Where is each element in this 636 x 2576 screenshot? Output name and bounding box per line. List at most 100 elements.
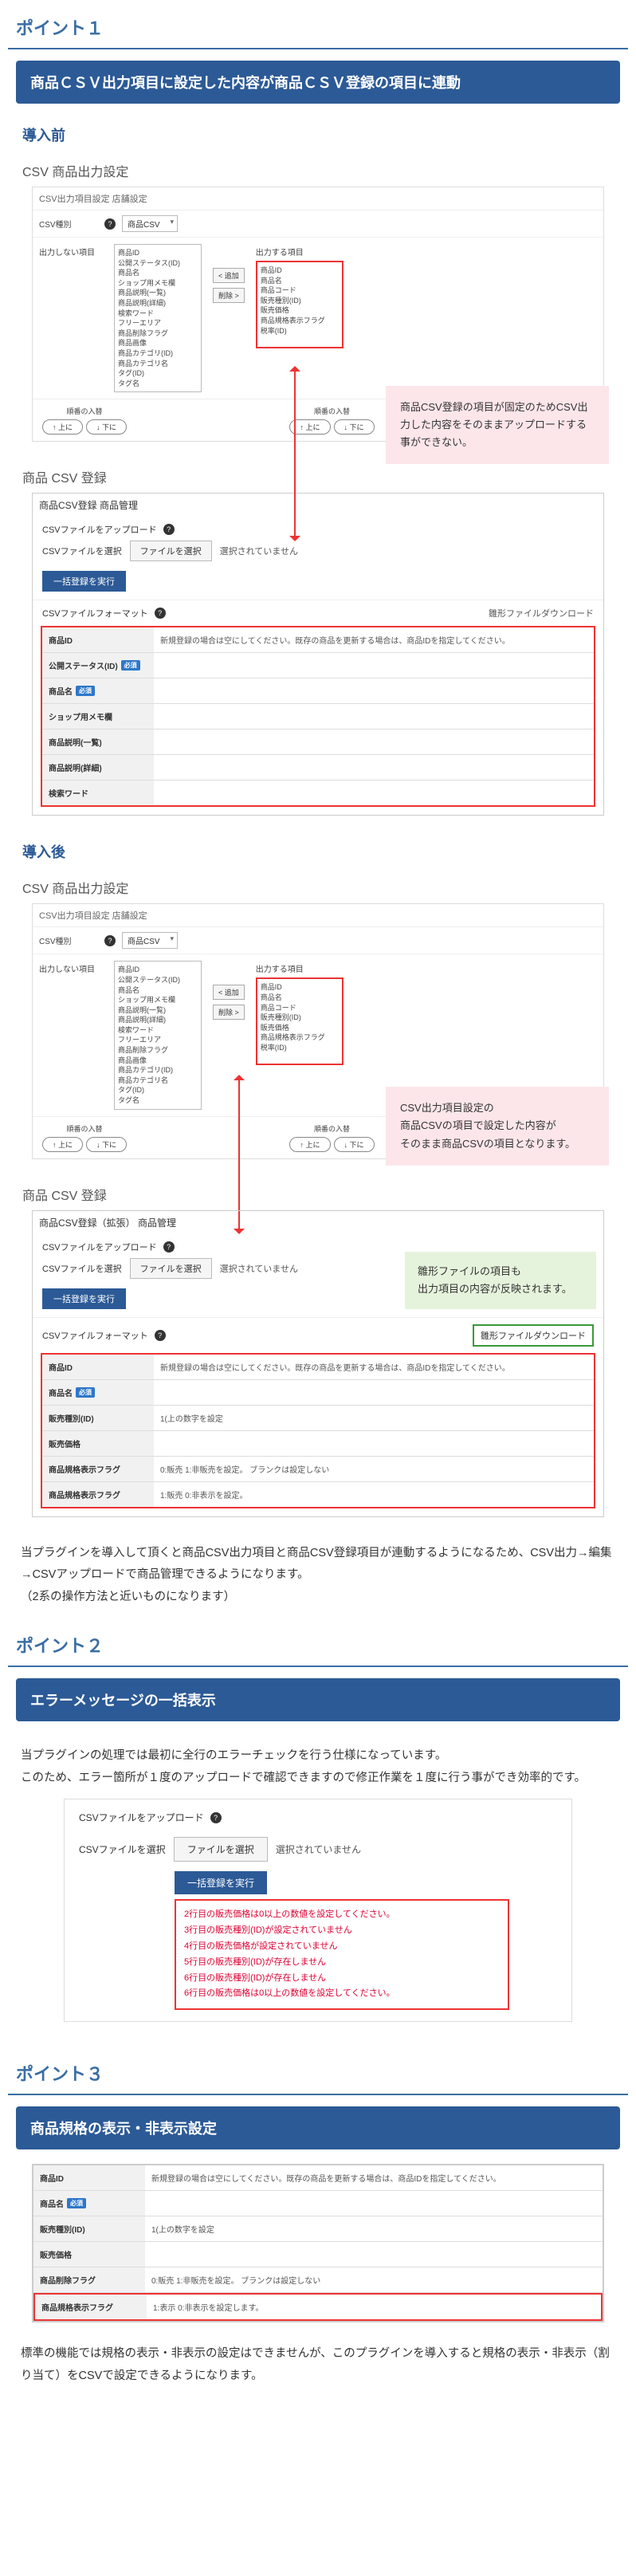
csv-type-select[interactable]: 商品CSV <box>122 932 178 949</box>
table-row: 商品ID新規登録の場合は空にしてください。既存の商品を更新する場合は、商品IDを… <box>42 1355 594 1380</box>
table-cell: 1(上の数字を設定 <box>145 2216 603 2241</box>
point3-panel: 商品ID新規登録の場合は空にしてください。既存の商品を更新する場合は、商品IDを… <box>32 2164 604 2322</box>
upload-label: CSVファイルをアップロード <box>79 1811 204 1824</box>
sort-label: 順番の入替 <box>67 406 103 416</box>
error-line: 2行目の販売価格は0以上の数値を設定してください。 <box>184 1907 500 1923</box>
template-download-link[interactable]: 雛形ファイルダウンロード <box>473 1324 594 1347</box>
sort-down-button[interactable]: ↓ 下に <box>334 419 375 435</box>
csv-format-table: 商品ID新規登録の場合は空にしてください。既存の商品を更新する場合は、商品IDを… <box>41 626 595 807</box>
choose-file-button[interactable]: ファイルを選択 <box>130 1258 212 1279</box>
template-download-link[interactable]: 雛形ファイルダウンロード <box>489 607 594 619</box>
help-icon[interactable]: ? <box>163 524 175 535</box>
table-header-cell: 商品説明(一覧) <box>42 730 154 754</box>
table-row: ショップ用メモ欄 <box>42 704 594 730</box>
table-cell: 新規登録の場合は空にしてください。既存の商品を更新する場合は、商品IDを指定して… <box>145 2165 603 2190</box>
help-icon[interactable]: ? <box>155 608 166 619</box>
choose-file-button[interactable]: ファイルを選択 <box>174 1837 268 1862</box>
add-button[interactable]: < 追加 <box>213 268 245 283</box>
remove-button[interactable]: 削除 > <box>213 288 245 303</box>
right-col-label: 出力する項目 <box>256 244 344 258</box>
table-cell <box>154 781 594 805</box>
before-heading: 導入前 <box>0 118 636 151</box>
table-cell <box>154 1431 594 1456</box>
table-cell <box>154 653 594 678</box>
choose-file-button[interactable]: ファイルを選択 <box>130 541 212 561</box>
table-header-cell: 公開ステータス(ID) 必須 <box>42 653 154 678</box>
right-options-list[interactable]: 商品ID商品名商品コード販売種別(ID)販売価格商品規格表示フラグ税率(ID) <box>256 977 344 1065</box>
table-cell: 0:販売 1:非販売を設定。 ブランクは設定しない <box>154 1457 594 1481</box>
sort-down-button[interactable]: ↓ 下に <box>86 1137 127 1152</box>
table-cell: 0:販売 1:非販売を設定。 ブランクは設定しない <box>145 2267 603 2292</box>
left-col-label: 出力しない項目 <box>39 961 103 974</box>
table-row: 検索ワード <box>42 781 594 805</box>
table-header-cell: 検索ワード <box>42 781 154 805</box>
csv-format-table: 商品ID新規登録の場合は空にしてください。既存の商品を更新する場合は、商品IDを… <box>41 1353 595 1508</box>
table-row: 販売種別(ID)1(上の数字を設定 <box>33 2216 603 2242</box>
red-arrow-icon <box>294 370 296 537</box>
help-icon[interactable]: ? <box>104 218 116 230</box>
sort-label: 順番の入替 <box>314 1123 350 1134</box>
note-pink-before: 商品CSV登録の項目が固定のためCSV出力した内容をそのままアップロードする事が… <box>386 386 609 464</box>
breadcrumb: 商品CSV登録 商品管理 <box>33 494 603 515</box>
after-heading: 導入後 <box>0 835 636 868</box>
csv-out-title: CSV 商品出力設定 <box>0 151 636 187</box>
divider <box>8 2094 628 2095</box>
remove-button[interactable]: 削除 > <box>213 1005 245 1020</box>
table-cell <box>154 730 594 754</box>
right-options-list[interactable]: 商品ID商品名商品コード販売種別(ID)販売価格商品規格表示フラグ税率(ID) <box>256 261 344 348</box>
table-header-cell: 商品ID <box>33 2165 145 2190</box>
table-row: 商品説明(詳細) <box>42 755 594 781</box>
upload-panel: CSVファイルをアップロード ? CSVファイルを選択 ファイルを選択 選択され… <box>64 1799 572 2022</box>
left-options-list[interactable]: 商品ID公開ステータス(ID)商品名ショップ用メモ欄商品説明(一覧)商品説明(詳… <box>114 244 202 392</box>
left-options-list[interactable]: 商品ID公開ステータス(ID)商品名ショップ用メモ欄商品説明(一覧)商品説明(詳… <box>114 961 202 1109</box>
add-button[interactable]: < 追加 <box>213 985 245 1000</box>
error-line: 4行目の販売価格が設定されていません <box>184 1939 500 1955</box>
sort-up-button[interactable]: ↑ 上に <box>42 419 83 435</box>
sort-down-button[interactable]: ↓ 下に <box>334 1137 375 1152</box>
table-cell <box>145 2191 603 2216</box>
point2-explain: 当プラグインの処理では最初に全行のエラーチェックを行う仕様になっています。 この… <box>0 1736 636 1799</box>
bulk-register-button[interactable]: 一括登録を実行 <box>42 571 126 592</box>
table-header-cell: 商品規格表示フラグ <box>42 1457 154 1481</box>
bulk-register-button[interactable]: 一括登録を実行 <box>42 1288 126 1309</box>
help-icon[interactable]: ? <box>155 1330 166 1341</box>
table-row: 商品名 必須 <box>42 1380 594 1406</box>
point3-explain: 標準の機能では規格の表示・非表示の設定はできませんが、このプラグインを導入すると… <box>0 2334 636 2397</box>
table-header-cell: 商品名 必須 <box>42 678 154 703</box>
error-line: 6行目の販売種別(ID)が存在しません <box>184 1971 500 1987</box>
help-icon[interactable]: ? <box>104 935 116 946</box>
table-row: 販売価格 <box>42 1431 594 1457</box>
csv-type-select[interactable]: 商品CSV <box>122 215 178 232</box>
file-status-text: 選択されていません <box>220 545 298 557</box>
bulk-register-button[interactable]: 一括登録を実行 <box>175 1871 267 1894</box>
table-cell: 1:販売 0:非表示を設定。 <box>154 1482 594 1507</box>
table-row: 販売種別(ID)1(上の数字を設定 <box>42 1406 594 1431</box>
table-header-cell: 商品名 必須 <box>42 1380 154 1405</box>
table-row: 商品規格表示フラグ0:販売 1:非販売を設定。 ブランクは設定しない <box>42 1457 594 1482</box>
required-badge: 必須 <box>67 2198 86 2208</box>
breadcrumb: 商品CSV登録（拡張） 商品管理 <box>33 1211 603 1233</box>
table-cell: 1:表示 0:非表示を設定します。 <box>147 2295 601 2319</box>
table-cell: 新規登録の場合は空にしてください。既存の商品を更新する場合は、商品IDを指定して… <box>154 1355 594 1379</box>
error-line: 5行目の販売種別(ID)が存在しません <box>184 1955 500 1971</box>
sort-up-button[interactable]: ↑ 上に <box>42 1137 83 1152</box>
sort-up-button[interactable]: ↑ 上に <box>289 419 330 435</box>
red-arrow-icon <box>238 1079 240 1230</box>
upload-label: CSVファイルをアップロード <box>42 1241 157 1253</box>
sort-down-button[interactable]: ↓ 下に <box>86 419 127 435</box>
point3-banner: 商品規格の表示・非表示設定 <box>16 2106 620 2149</box>
csv-type-label: CSV種別 <box>39 218 95 230</box>
file-status-text: 選択されていません <box>276 1843 361 1856</box>
table-cell <box>145 2242 603 2267</box>
table-cell: 1(上の数字を設定 <box>154 1406 594 1430</box>
csv-format-label: CSVファイルフォーマット <box>42 607 148 619</box>
csv-out-title: CSV 商品出力設定 <box>0 868 636 903</box>
table-row: 商品規格表示フラグ1:表示 0:非表示を設定します。 <box>33 2293 603 2321</box>
point2-banner: エラーメッセージの一括表示 <box>16 1678 620 1721</box>
help-icon[interactable]: ? <box>210 1812 222 1823</box>
table-row: 商品名 必須 <box>33 2191 603 2216</box>
help-icon[interactable]: ? <box>163 1241 175 1253</box>
table-cell <box>154 755 594 780</box>
sort-up-button[interactable]: ↑ 上に <box>289 1137 330 1152</box>
table-row: 公開ステータス(ID) 必須 <box>42 653 594 678</box>
